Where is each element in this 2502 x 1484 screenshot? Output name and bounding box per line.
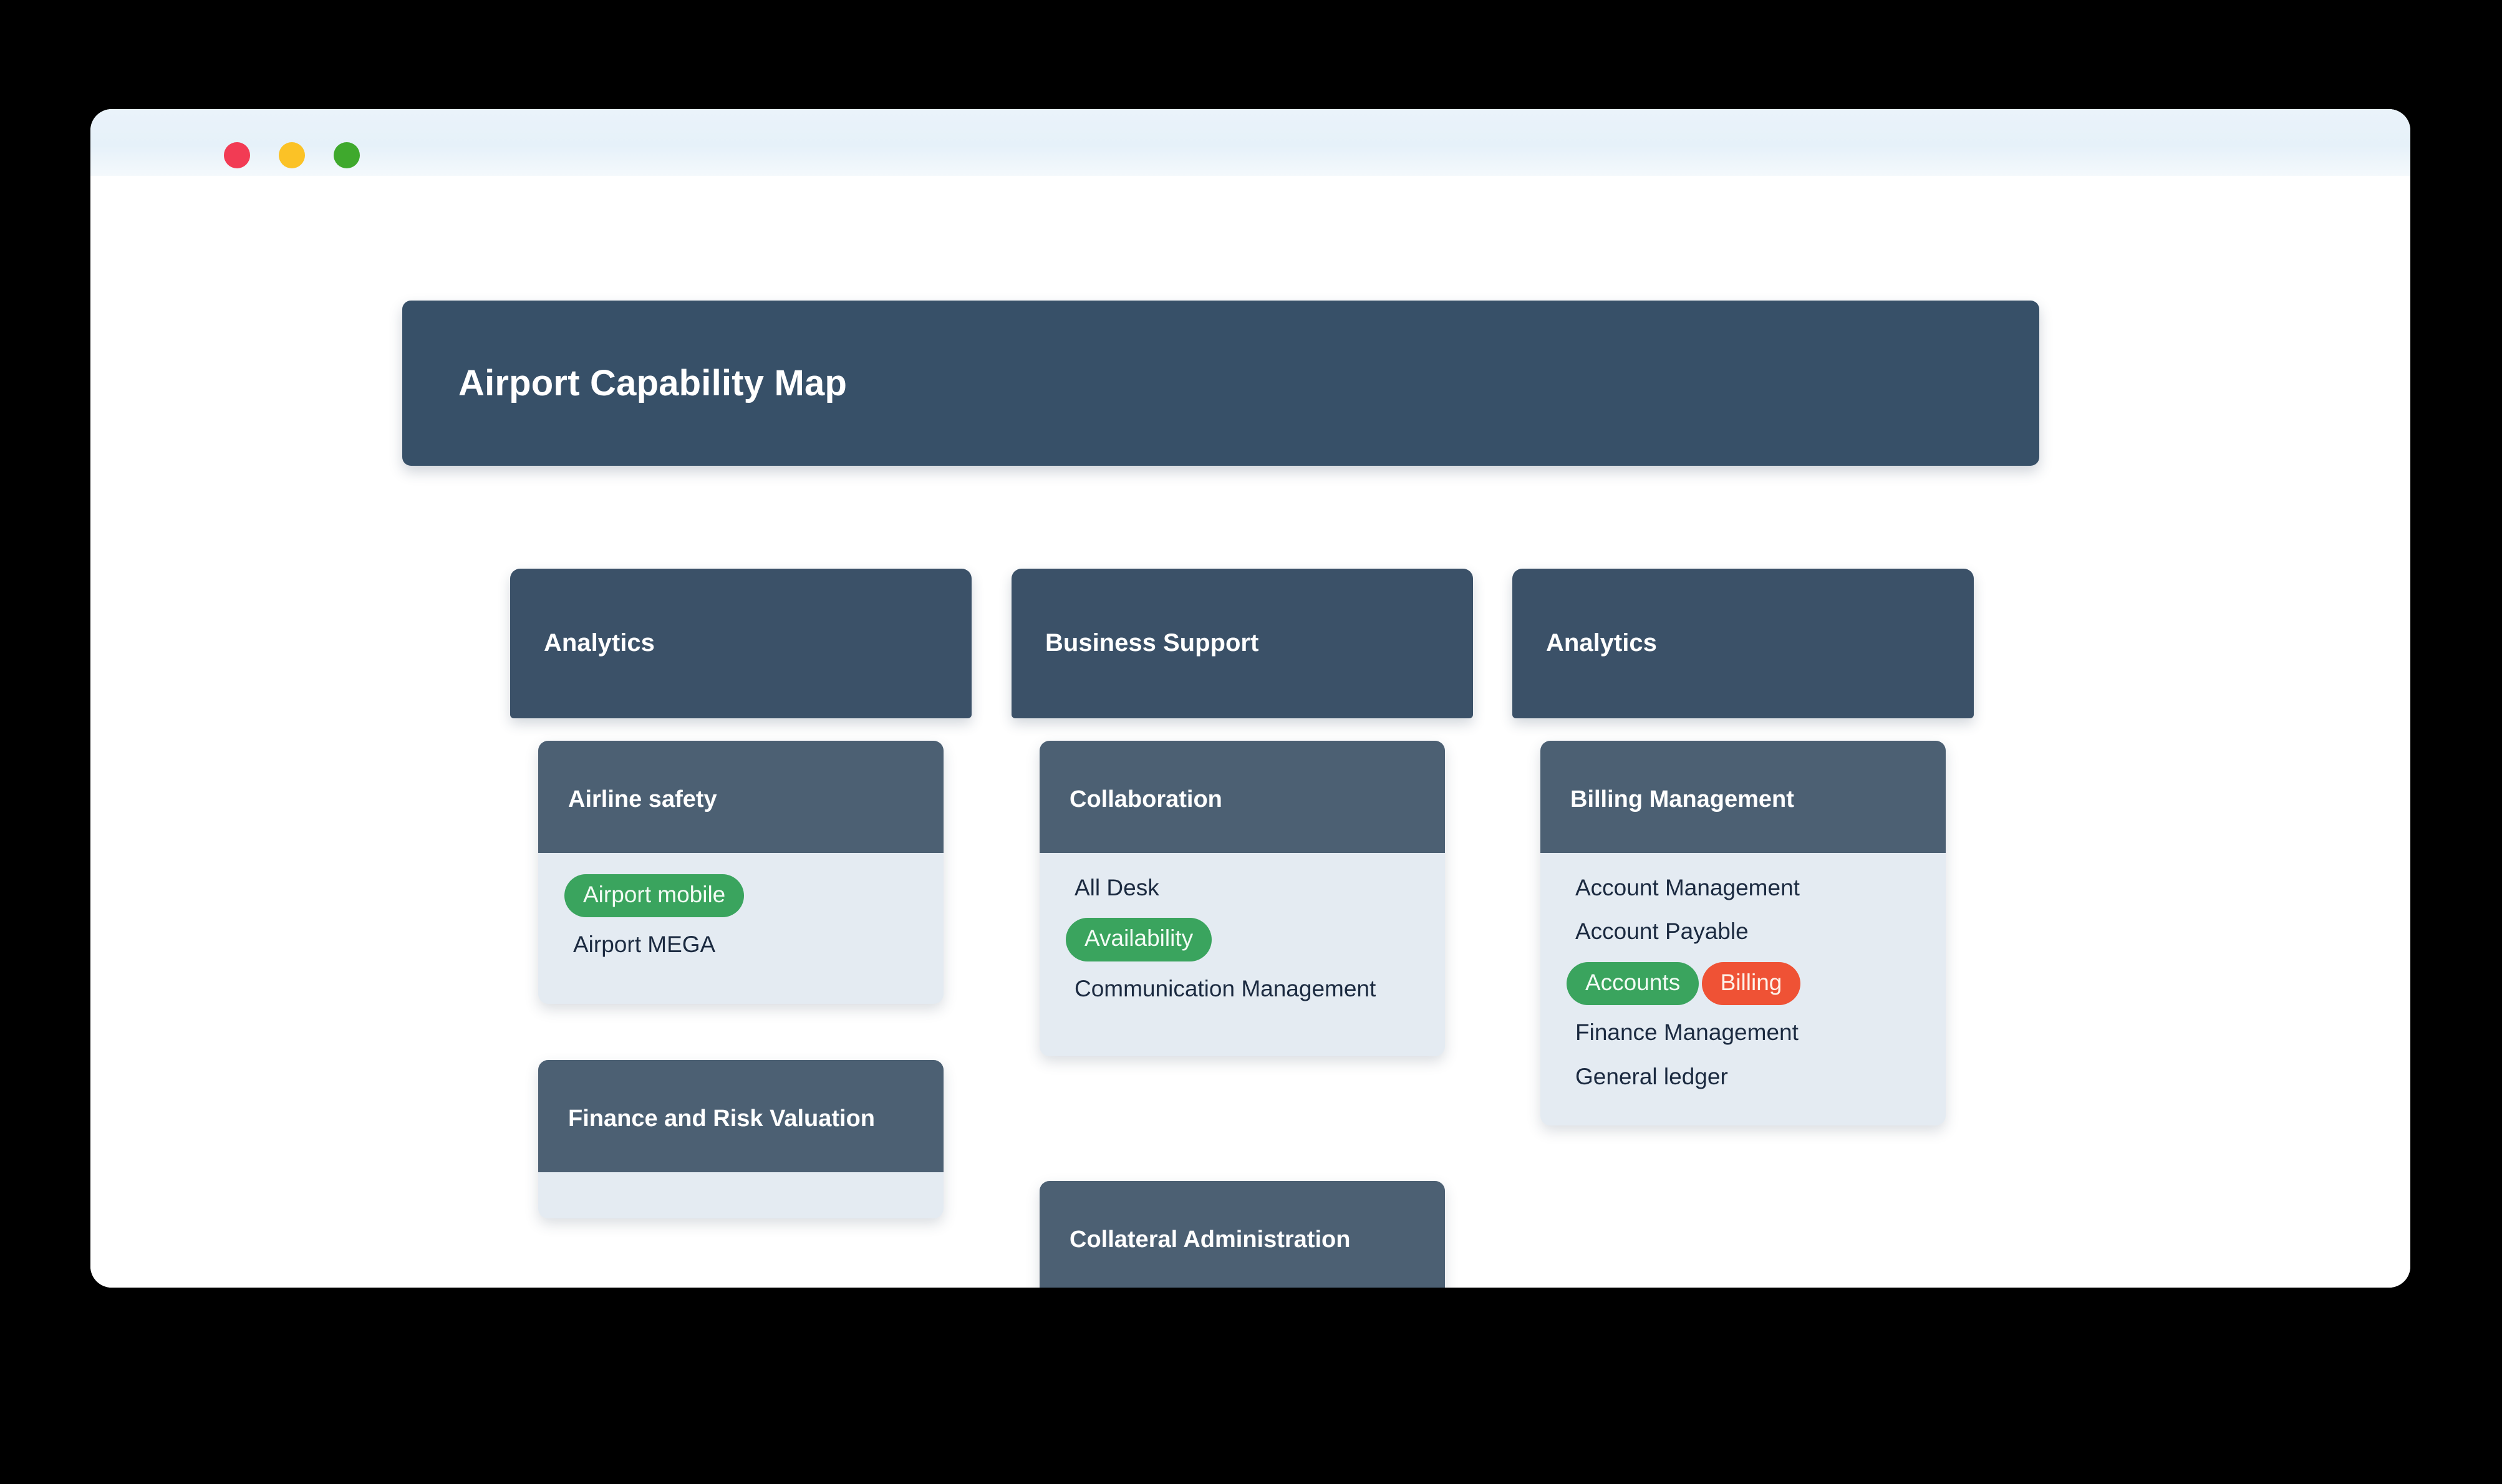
maximize-window-button[interactable] <box>334 142 360 168</box>
capability-item[interactable]: General ledger <box>1575 1063 1920 1091</box>
group-header-1[interactable]: Analytics <box>510 569 972 718</box>
capability-item[interactable]: All Desk <box>1075 874 1419 902</box>
card-body <box>538 1172 944 1218</box>
capability-item[interactable]: Account Payable <box>1575 918 1920 945</box>
capability-item-pill[interactable]: Availability <box>1066 918 1212 961</box>
group-header-label: Analytics <box>544 629 655 657</box>
capability-item-pill[interactable]: Airport mobile <box>564 874 745 918</box>
browser-window: Airport Capability Map Analytics Airline… <box>90 109 2410 1288</box>
capability-column-2: Business Support Collaboration All Desk … <box>1012 569 1510 1288</box>
minimize-window-button[interactable] <box>279 142 305 168</box>
layout-spacer <box>1040 1112 1510 1181</box>
group-header-2[interactable]: Business Support <box>1012 569 1473 718</box>
group-header-3[interactable]: Analytics <box>1512 569 1974 718</box>
card-title: Collateral Administration <box>1070 1226 1351 1253</box>
card-title: Finance and Risk Valuation <box>568 1105 876 1132</box>
capability-item[interactable]: Account Management <box>1575 874 1920 902</box>
card-body: All Desk Availability Communication Mana… <box>1040 853 1445 1056</box>
card-body: Account Management Account Payable Accou… <box>1540 853 1946 1125</box>
capability-item[interactable]: Finance Management <box>1575 1019 1920 1046</box>
capability-card-list-3: Billing Management Account Management Ac… <box>1540 741 2011 1125</box>
capability-card-collateral-administration[interactable]: Collateral Administration <box>1040 1181 1445 1288</box>
capability-column-1: Analytics Airline safety Airport mobile … <box>510 569 1009 1218</box>
group-header-label: Analytics <box>1546 629 1657 657</box>
card-body: Airport mobile Airport MEGA <box>538 853 944 1004</box>
card-title: Airline safety <box>568 786 717 812</box>
capability-columns: Analytics Airline safety Airport mobile … <box>90 176 2410 1288</box>
capability-item[interactable]: Communication Management <box>1075 975 1419 1003</box>
diagram-canvas: Airport Capability Map Analytics Airline… <box>90 176 2410 1288</box>
card-header: Collaboration <box>1040 741 1445 853</box>
card-header: Finance and Risk Valuation <box>538 1059 944 1172</box>
card-header: Airline safety <box>538 741 944 853</box>
window-titlebar <box>90 109 2410 176</box>
capability-column-3: Analytics Billing Management Account Man… <box>1512 569 2011 1125</box>
group-header-label: Business Support <box>1045 629 1259 657</box>
card-header: Billing Management <box>1540 741 1946 853</box>
capability-item-pill[interactable]: Accounts <box>1567 961 1699 1006</box>
capability-item[interactable]: Airport MEGA <box>573 931 917 958</box>
card-header: Collateral Administration <box>1040 1181 1445 1288</box>
capability-card-airline-safety[interactable]: Airline safety Airport mobile Airport ME… <box>538 741 944 1004</box>
card-title: Billing Management <box>1570 786 1794 812</box>
capability-card-finance-and-risk-valuation[interactable]: Finance and Risk Valuation <box>538 1059 944 1218</box>
close-window-button[interactable] <box>224 142 250 168</box>
traffic-light-group <box>224 142 360 168</box>
card-title: Collaboration <box>1070 786 1222 812</box>
capability-card-collaboration[interactable]: Collaboration All Desk Availability Comm… <box>1040 741 1445 1057</box>
capability-card-billing-management[interactable]: Billing Management Account Management Ac… <box>1540 741 1946 1125</box>
capability-card-list-1: Airline safety Airport mobile Airport ME… <box>538 741 1009 1218</box>
capability-item-pill[interactable]: Billing <box>1701 961 1801 1006</box>
capability-card-list-2: Collaboration All Desk Availability Comm… <box>1040 741 1510 1288</box>
